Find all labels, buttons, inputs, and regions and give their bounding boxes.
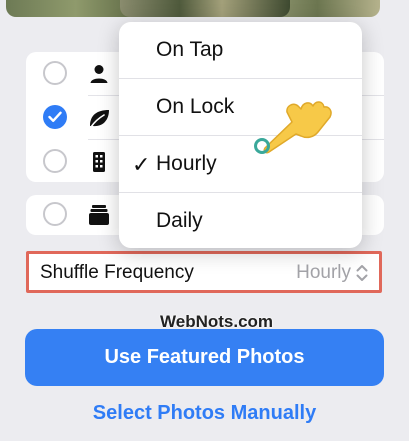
- leaf-icon: [90, 110, 109, 128]
- menu-item-label: On Tap: [156, 38, 224, 61]
- pointing-hand-icon: [254, 101, 332, 154]
- menu-item-label: Daily: [156, 209, 203, 232]
- menu-item-label: Hourly: [156, 152, 217, 175]
- use-featured-photos-button[interactable]: Use Featured Photos: [25, 329, 384, 386]
- radio-button[interactable]: [43, 149, 67, 173]
- checkmark-icon: [48, 111, 62, 122]
- person-icon: [90, 65, 108, 83]
- menu-item-on-tap[interactable]: On Tap: [119, 22, 362, 78]
- radio-button[interactable]: [43, 61, 67, 85]
- building-icon: [93, 152, 105, 172]
- shuffle-frequency-label: Shuffle Frequency: [40, 262, 194, 283]
- photo-stack-icon: [89, 205, 109, 225]
- checkmark-icon: ✓: [132, 152, 151, 177]
- select-photos-manually-button[interactable]: Select Photos Manually: [0, 402, 409, 425]
- shuffle-frequency-row[interactable]: Shuffle Frequency Hourly: [26, 251, 382, 293]
- radio-button-checked[interactable]: [43, 105, 67, 129]
- menu-item-label: On Lock: [156, 95, 235, 118]
- chevron-up-down-icon: [356, 265, 368, 281]
- radio-button[interactable]: [43, 202, 67, 226]
- photo-strip: [0, 0, 409, 18]
- photo-thumbnail[interactable]: [120, 0, 290, 17]
- menu-item-daily[interactable]: Daily: [119, 193, 362, 248]
- shuffle-frequency-value[interactable]: Hourly: [296, 262, 351, 284]
